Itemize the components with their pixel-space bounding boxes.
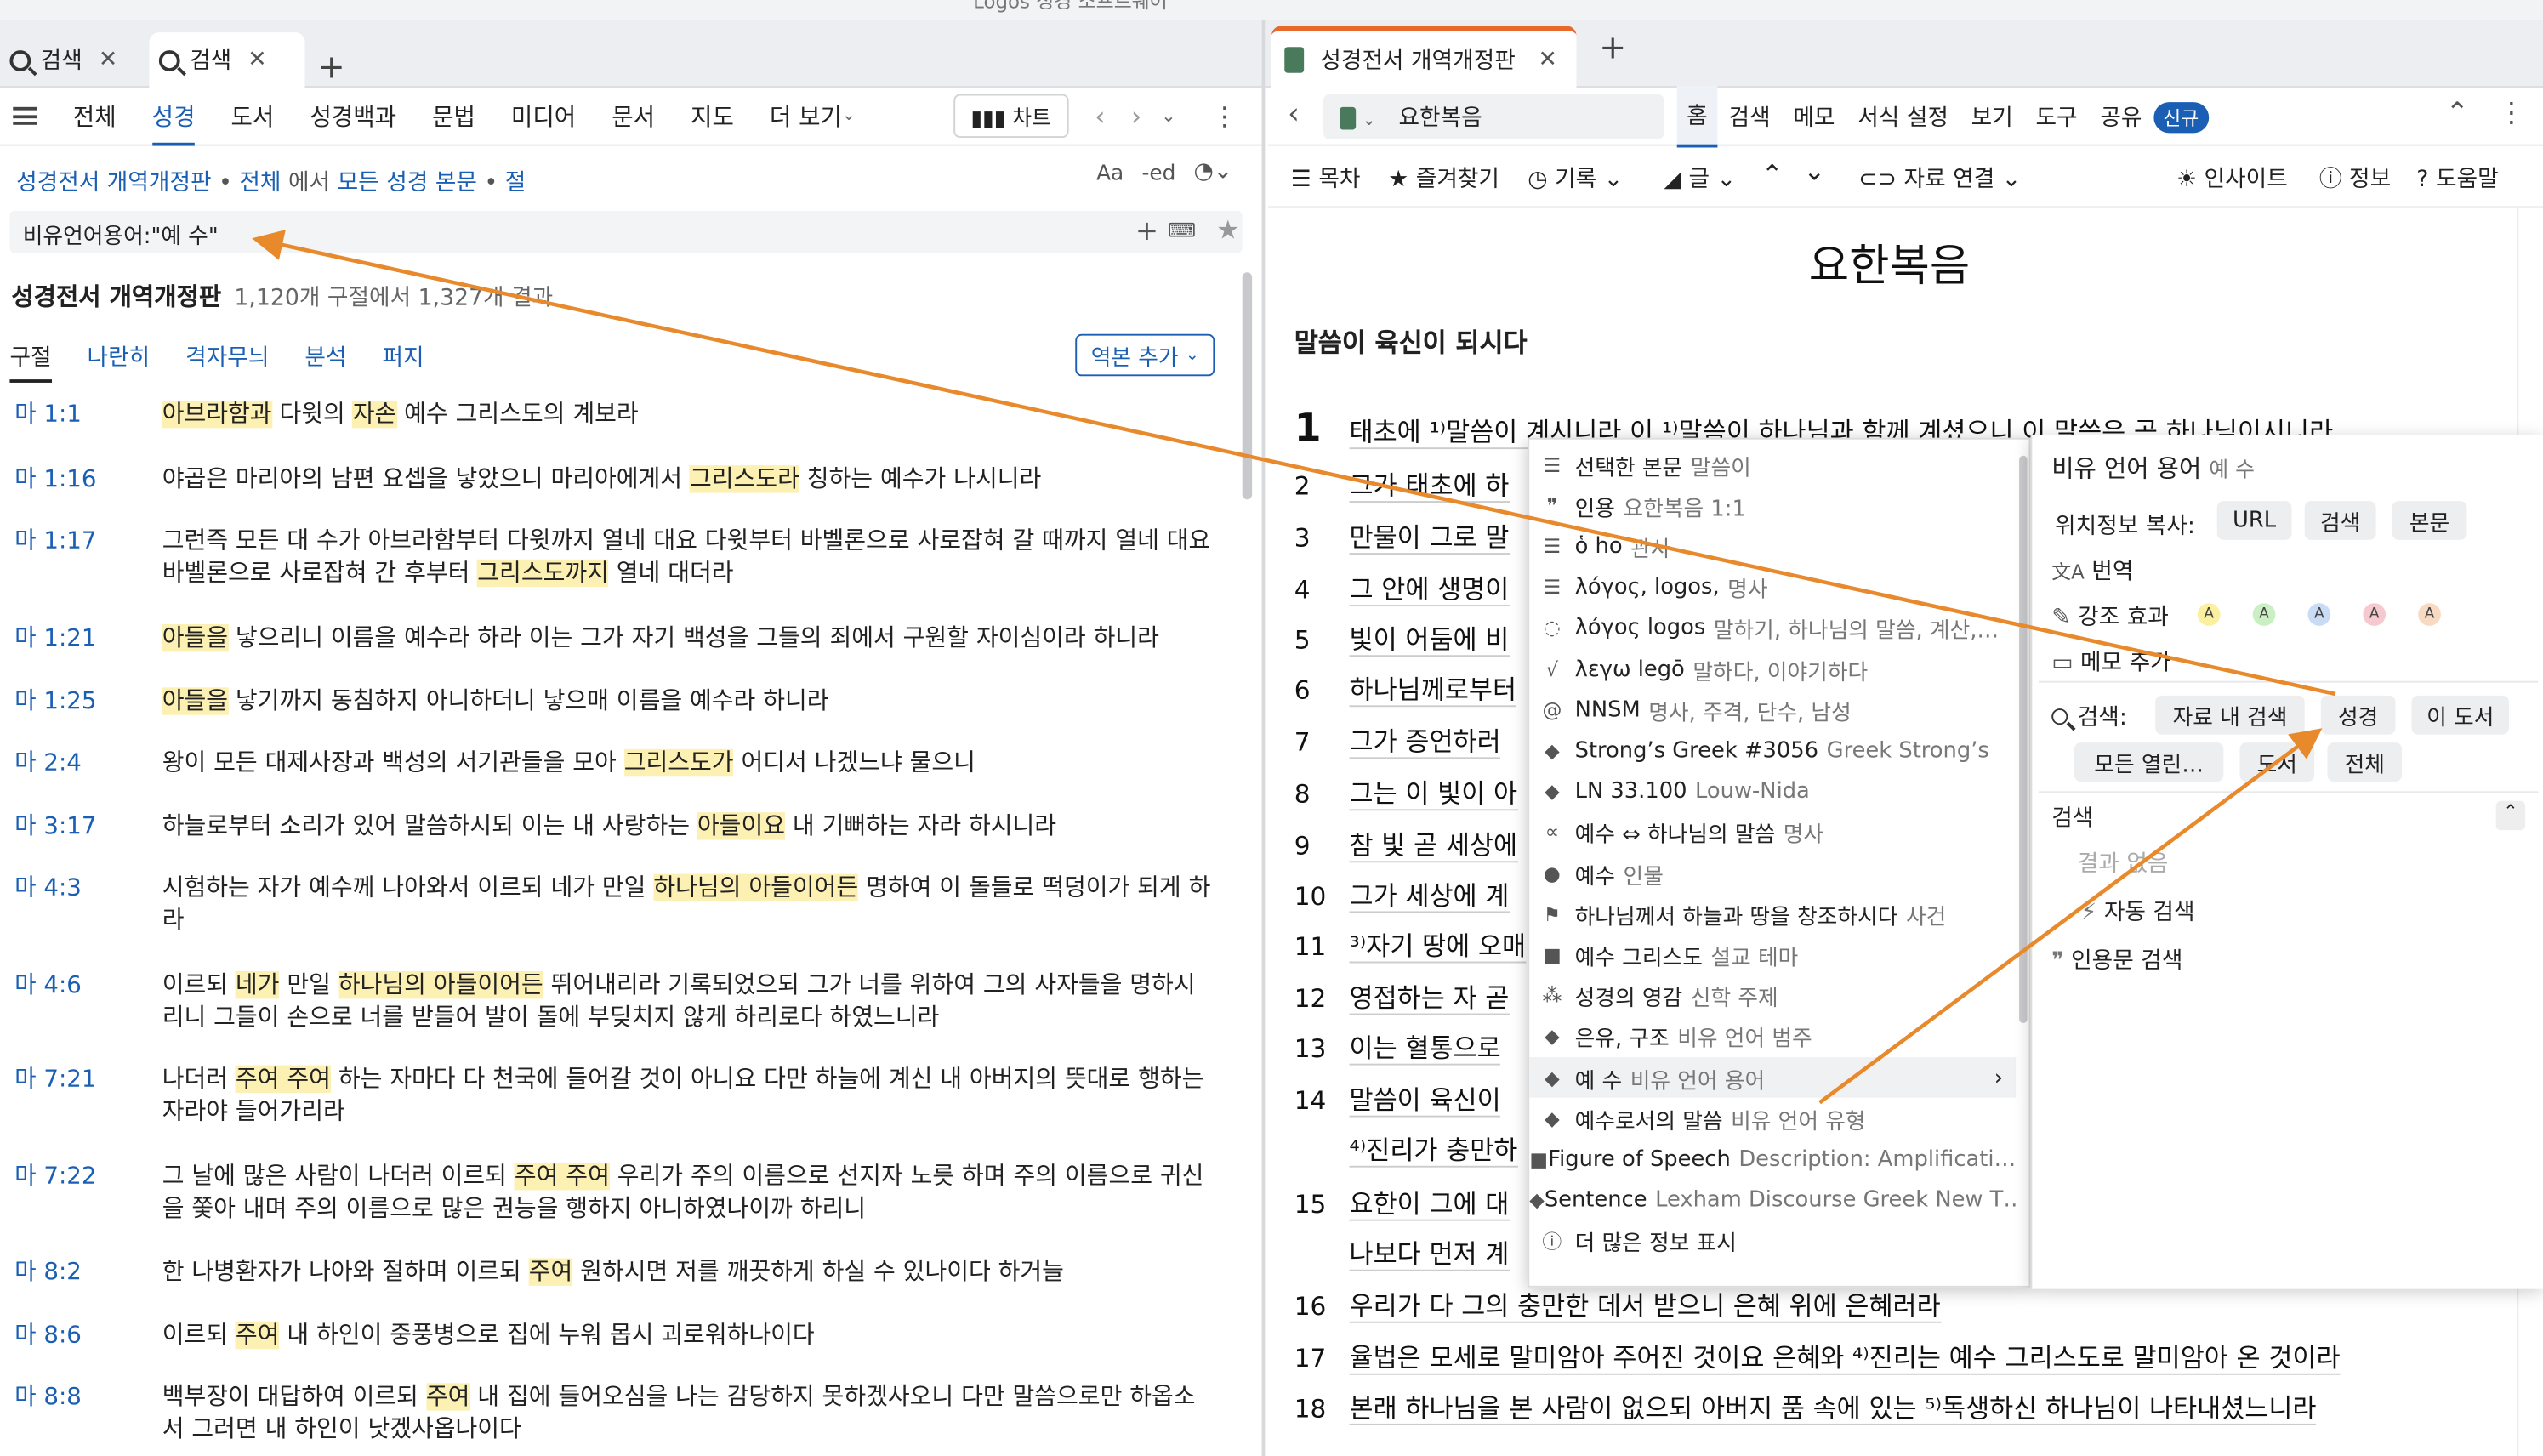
arrow-to-search-bar <box>252 230 2336 697</box>
arrow-to-bible-search <box>1818 728 2323 1105</box>
annotation-arrows <box>252 230 2336 1105</box>
app-window: Logos 성경 소프트웨어 검색 ✕ 검색 ✕ + 전체 성경 도서 성경백과 문… <box>0 0 2543 1456</box>
